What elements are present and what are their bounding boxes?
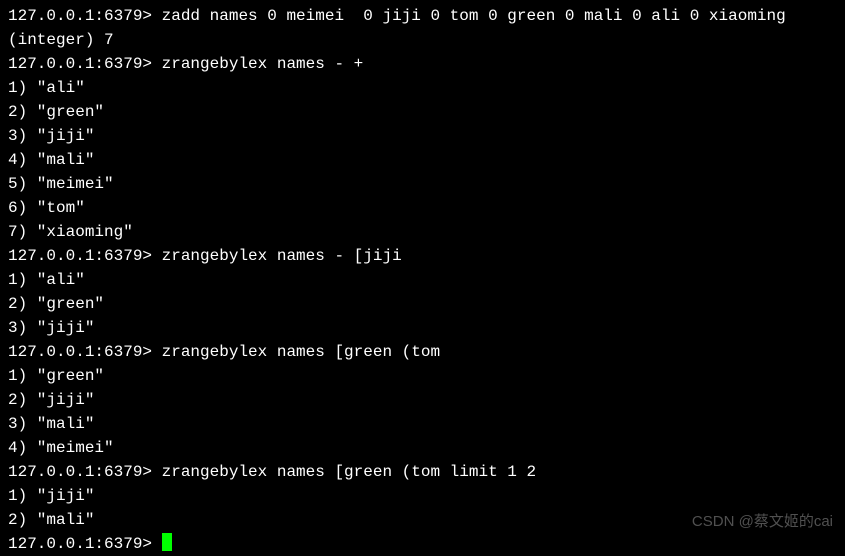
- output-line: (integer) 7: [8, 28, 837, 52]
- command-line: 127.0.0.1:6379> zrangebylex names [green…: [8, 460, 837, 484]
- command-text: zrangebylex names - [jiji: [162, 247, 402, 265]
- cursor-block: [162, 533, 172, 551]
- output-line: 2) "mali": [8, 508, 837, 532]
- output-line: 1) "jiji": [8, 484, 837, 508]
- output-text: 7) "xiaoming": [8, 223, 133, 241]
- output-line: 5) "meimei": [8, 172, 837, 196]
- output-text: 1) "jiji": [8, 487, 94, 505]
- command-line: 127.0.0.1:6379> zrangebylex names - [jij…: [8, 244, 837, 268]
- output-text: 2) "jiji": [8, 391, 94, 409]
- command-text: zrangebylex names - +: [162, 55, 364, 73]
- prompt-text: 127.0.0.1:6379>: [8, 535, 162, 553]
- command-text: zrangebylex names [green (tom: [162, 343, 440, 361]
- output-line: 4) "mali": [8, 148, 837, 172]
- output-line: 4) "meimei": [8, 436, 837, 460]
- command-text: zrangebylex names [green (tom limit 1 2: [162, 463, 536, 481]
- output-text: 2) "mali": [8, 511, 94, 529]
- output-line: 3) "jiji": [8, 316, 837, 340]
- output-text: 4) "meimei": [8, 439, 114, 457]
- command-line: 127.0.0.1:6379> zadd names 0 meimei 0 ji…: [8, 4, 837, 28]
- command-text: zadd names 0 meimei 0 jiji 0 tom 0 green…: [162, 7, 786, 25]
- output-line: 2) "green": [8, 100, 837, 124]
- output-line: 1) "ali": [8, 268, 837, 292]
- output-text: 3) "jiji": [8, 127, 94, 145]
- active-prompt-line[interactable]: 127.0.0.1:6379>: [8, 532, 837, 556]
- output-text: 6) "tom": [8, 199, 85, 217]
- output-text: 3) "mali": [8, 415, 94, 433]
- terminal-output: 127.0.0.1:6379> zadd names 0 meimei 0 ji…: [8, 4, 837, 532]
- output-text: 2) "green": [8, 295, 104, 313]
- prompt-text: 127.0.0.1:6379>: [8, 343, 162, 361]
- command-line: 127.0.0.1:6379> zrangebylex names [green…: [8, 340, 837, 364]
- output-text: (integer) 7: [8, 31, 114, 49]
- output-text: 1) "ali": [8, 271, 85, 289]
- output-text: 2) "green": [8, 103, 104, 121]
- output-text: 1) "ali": [8, 79, 85, 97]
- output-line: 1) "ali": [8, 76, 837, 100]
- output-text: 3) "jiji": [8, 319, 94, 337]
- prompt-text: 127.0.0.1:6379>: [8, 55, 162, 73]
- prompt-text: 127.0.0.1:6379>: [8, 247, 162, 265]
- output-text: 4) "mali": [8, 151, 94, 169]
- output-line: 2) "green": [8, 292, 837, 316]
- output-text: 1) "green": [8, 367, 104, 385]
- output-line: 6) "tom": [8, 196, 837, 220]
- output-line: 2) "jiji": [8, 388, 837, 412]
- output-line: 7) "xiaoming": [8, 220, 837, 244]
- output-line: 3) "jiji": [8, 124, 837, 148]
- prompt-text: 127.0.0.1:6379>: [8, 463, 162, 481]
- output-text: 5) "meimei": [8, 175, 114, 193]
- output-line: 1) "green": [8, 364, 837, 388]
- output-line: 3) "mali": [8, 412, 837, 436]
- command-line: 127.0.0.1:6379> zrangebylex names - +: [8, 52, 837, 76]
- prompt-text: 127.0.0.1:6379>: [8, 7, 162, 25]
